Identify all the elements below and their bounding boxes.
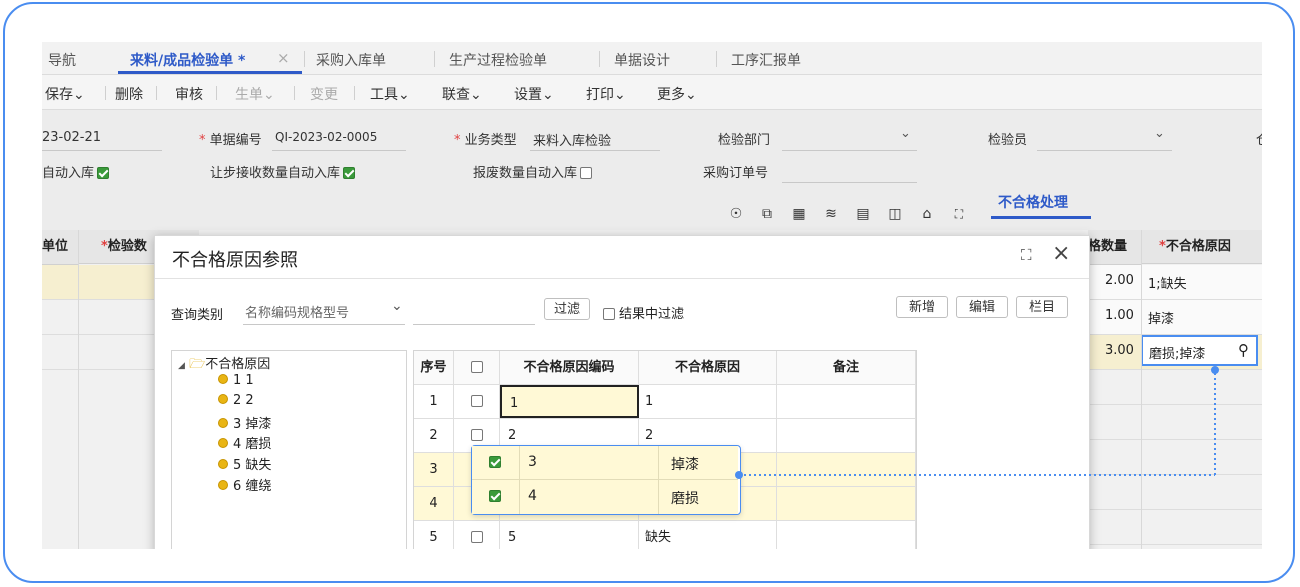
erp-window: 导航 来料/成品检验单 * × 采购入库单 生产过程检验单 单据设计 工序汇报单…	[42, 42, 1262, 549]
screenshot-frame: 导航 来料/成品检验单 * × 采购入库单 生产过程检验单 单据设计 工序汇报单…	[3, 2, 1295, 583]
callout-connector	[735, 366, 1219, 479]
